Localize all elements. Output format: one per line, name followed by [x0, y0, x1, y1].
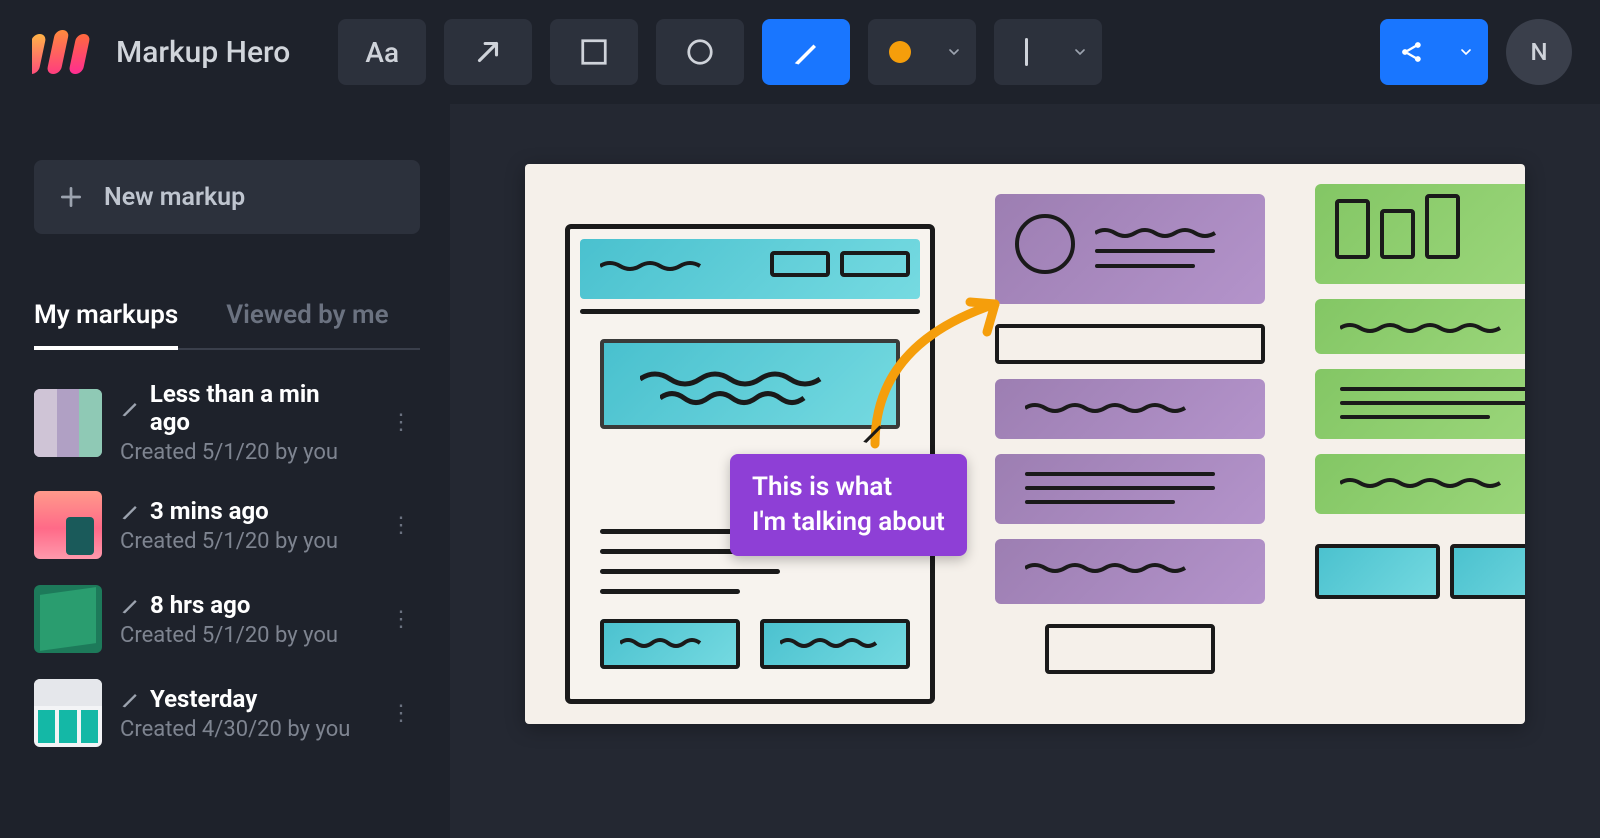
- item-subtitle: Created 5/1/20 by you: [120, 529, 364, 554]
- pen-icon: [120, 689, 140, 709]
- item-title: Less than a min ago: [150, 380, 364, 436]
- item-title: Yesterday: [150, 685, 257, 713]
- stroke-picker[interactable]: [994, 19, 1102, 85]
- rectangle-icon: [579, 37, 609, 67]
- thumbnail: [34, 679, 102, 747]
- thumbnail: [34, 585, 102, 653]
- item-title: 3 mins ago: [150, 497, 269, 525]
- circle-icon: [685, 37, 715, 67]
- sidebar-tabs: My markups Viewed by me: [34, 300, 420, 350]
- list-item[interactable]: 3 mins ago Created 5/1/20 by you ⋮: [34, 491, 420, 559]
- tool-arrow[interactable]: [444, 19, 532, 85]
- thumbnail: [34, 491, 102, 559]
- item-menu-button[interactable]: ⋮: [382, 402, 420, 443]
- new-markup-label: New markup: [104, 183, 245, 212]
- share-icon: [1398, 38, 1426, 66]
- wireframe-card-purple: [995, 194, 1265, 694]
- annotation-text[interactable]: This is what I'm talking about: [730, 454, 967, 556]
- arrow-icon: [471, 35, 505, 69]
- tool-rectangle[interactable]: [550, 19, 638, 85]
- annotation-line2: I'm talking about: [752, 505, 945, 540]
- item-subtitle: Created 5/1/20 by you: [120, 623, 364, 648]
- item-menu-button[interactable]: ⋮: [382, 693, 420, 734]
- tool-text[interactable]: Aa: [338, 19, 426, 85]
- user-avatar[interactable]: N: [1506, 19, 1572, 85]
- wireframe-card-green: [1315, 184, 1525, 704]
- canvas-area: This is what I'm talking about: [450, 104, 1600, 838]
- app-logo: [28, 26, 98, 78]
- pen-icon: [791, 37, 821, 67]
- item-menu-button[interactable]: ⋮: [382, 599, 420, 640]
- pen-cursor-icon: [860, 419, 886, 445]
- markup-list: Less than a min ago Created 5/1/20 by yo…: [34, 380, 420, 747]
- color-picker-dropdown[interactable]: [932, 19, 976, 85]
- tab-viewed-by-me[interactable]: Viewed by me: [226, 300, 388, 348]
- share-main[interactable]: [1380, 19, 1444, 85]
- tool-pen[interactable]: [762, 19, 850, 85]
- canvas[interactable]: This is what I'm talking about: [525, 164, 1525, 724]
- list-item[interactable]: Less than a min ago Created 5/1/20 by yo…: [34, 380, 420, 465]
- stroke-icon: [1025, 38, 1028, 66]
- annotation-line1: This is what: [752, 470, 945, 505]
- sidebar: New markup My markups Viewed by me Less …: [0, 104, 450, 838]
- text-icon: Aa: [365, 36, 399, 69]
- swatch-icon: [889, 41, 911, 63]
- thumbnail: [34, 389, 102, 457]
- list-item[interactable]: Yesterday Created 4/30/20 by you ⋮: [34, 679, 420, 747]
- plus-icon: [58, 184, 84, 210]
- item-subtitle: Created 4/30/20 by you: [120, 717, 364, 742]
- pen-icon: [120, 501, 140, 521]
- color-picker[interactable]: [868, 19, 976, 85]
- color-swatch[interactable]: [868, 19, 932, 85]
- tool-circle[interactable]: [656, 19, 744, 85]
- item-menu-button[interactable]: ⋮: [382, 505, 420, 546]
- new-markup-button[interactable]: New markup: [34, 160, 420, 234]
- item-subtitle: Created 5/1/20 by you: [120, 440, 364, 465]
- chevron-down-icon: [1072, 44, 1088, 60]
- avatar-initial: N: [1530, 38, 1547, 66]
- pen-icon: [120, 595, 140, 615]
- item-title: 8 hrs ago: [150, 591, 250, 619]
- share-button[interactable]: [1380, 19, 1488, 85]
- pen-icon: [120, 398, 140, 418]
- tab-my-markups[interactable]: My markups: [34, 300, 178, 350]
- chevron-down-icon: [1458, 44, 1474, 60]
- chevron-down-icon: [946, 44, 962, 60]
- list-item[interactable]: 8 hrs ago Created 5/1/20 by you ⋮: [34, 585, 420, 653]
- app-title: Markup Hero: [116, 35, 290, 70]
- app-header: Markup Hero Aa N: [0, 0, 1600, 104]
- share-dropdown[interactable]: [1444, 19, 1488, 85]
- stroke-width[interactable]: [994, 19, 1058, 85]
- stroke-picker-dropdown[interactable]: [1058, 19, 1102, 85]
